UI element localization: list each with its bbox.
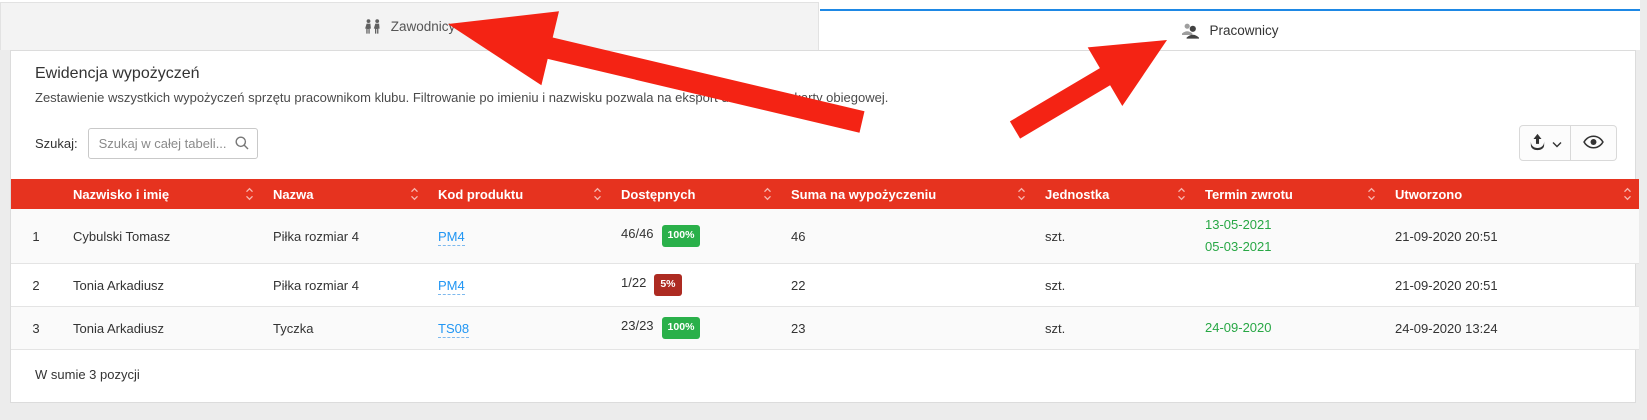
- search-label: Szukaj:: [35, 136, 78, 151]
- search-icon: [234, 135, 250, 156]
- page-subtitle: Zestawienie wszystkich wypożyczeń sprzęt…: [35, 90, 1611, 105]
- column-header-8[interactable]: Utworzono: [1383, 179, 1639, 209]
- column-header-3[interactable]: Kod produktu: [426, 179, 609, 209]
- return-date: 24-09-2020: [1205, 317, 1371, 339]
- cell-available: 1/22 5%: [609, 264, 779, 307]
- cell-person-name: Tonia Arkadiusz: [61, 264, 261, 307]
- eye-icon: [1583, 135, 1604, 152]
- sort-icon: [593, 187, 602, 202]
- tab-pracownicy-label: Pracownicy: [1209, 23, 1278, 38]
- panel-header: Ewidencja wypożyczeń Zestawienie wszystk…: [11, 51, 1635, 105]
- availability-badge: 100%: [662, 225, 701, 247]
- column-header-label: Jednostka: [1045, 187, 1109, 202]
- column-header-6[interactable]: Jednostka: [1033, 179, 1193, 209]
- table-controls: Szukaj:: [11, 125, 1635, 161]
- cell-product-name: Tyczka: [261, 307, 426, 350]
- cell-person-name: Tonia Arkadiusz: [61, 307, 261, 350]
- tab-zawodnicy-label: Zawodnicy: [391, 19, 456, 34]
- search-area: Szukaj:: [35, 128, 258, 159]
- available-count: 1/22: [621, 275, 646, 290]
- cell-unit: szt.: [1033, 307, 1193, 350]
- column-header-5[interactable]: Suma na wypożyczeniu: [779, 179, 1033, 209]
- product-code-link[interactable]: TS08: [438, 321, 469, 338]
- cell-available: 23/23 100%: [609, 307, 779, 350]
- cell-unit: szt.: [1033, 209, 1193, 264]
- cell-unit: szt.: [1033, 264, 1193, 307]
- sort-icon: [1177, 187, 1186, 202]
- column-header-1[interactable]: Nazwisko i imię: [61, 179, 261, 209]
- loans-panel: Ewidencja wypożyczeń Zestawienie wszystk…: [10, 50, 1636, 403]
- column-header-label: Nazwa: [273, 187, 313, 202]
- cell-created: 21-09-2020 20:51: [1383, 264, 1639, 307]
- column-header-label: Nazwisko i imię: [73, 187, 169, 202]
- search-box: [88, 128, 258, 159]
- sort-icon: [245, 187, 254, 202]
- availability-badge: 5%: [654, 274, 681, 296]
- visibility-button[interactable]: [1571, 125, 1617, 161]
- table-row: 1Cybulski TomaszPiłka rozmiar 4 PM4 46/46 1…: [11, 209, 1639, 264]
- column-header-label: Utworzono: [1395, 187, 1462, 202]
- search-input[interactable]: [88, 128, 258, 159]
- column-header-2[interactable]: Nazwa: [261, 179, 426, 209]
- available-count: 46/46: [621, 226, 654, 241]
- cell-loan-sum: 22: [779, 264, 1033, 307]
- tab-pracownicy[interactable]: Pracownicy: [820, 9, 1640, 50]
- export-icon: [1528, 133, 1547, 154]
- table-summary: W sumie 3 pozycji: [35, 367, 1635, 382]
- loans-table: Nazwisko i imię Nazwa Kod produktu Dostępny…: [11, 179, 1639, 350]
- column-header-index: [11, 179, 61, 209]
- column-header-label: Termin zwrotu: [1205, 187, 1293, 202]
- cell-created: 24-09-2020 13:24: [1383, 307, 1639, 350]
- cell-product-name: Piłka rozmiar 4: [261, 264, 426, 307]
- export-button[interactable]: [1519, 125, 1571, 161]
- availability-badge: 100%: [662, 317, 701, 339]
- cell-product-name: Piłka rozmiar 4: [261, 209, 426, 264]
- cell-product-code: TS08: [426, 307, 609, 350]
- cell-row-index: 1: [11, 209, 61, 264]
- table-header-row: Nazwisko i imię Nazwa Kod produktu Dostępny…: [11, 179, 1639, 209]
- two-people-icon: [364, 19, 382, 35]
- table-row: 3Tonia ArkadiuszTyczka TS08 23/23 100% 23szt…: [11, 307, 1639, 350]
- cell-created: 21-09-2020 20:51: [1383, 209, 1639, 264]
- cell-return-date: [1193, 264, 1383, 307]
- sort-icon: [1623, 187, 1632, 202]
- cell-product-code: PM4: [426, 209, 609, 264]
- product-code-link[interactable]: PM4: [438, 229, 465, 246]
- cell-loan-sum: 46: [779, 209, 1033, 264]
- column-header-label: Suma na wypożyczeniu: [791, 187, 936, 202]
- cell-return-date: 24-09-2020: [1193, 307, 1383, 350]
- cell-available: 46/46 100%: [609, 209, 779, 264]
- toolbar-button-group: [1519, 125, 1617, 161]
- cell-loan-sum: 23: [779, 307, 1033, 350]
- cell-person-name: Cybulski Tomasz: [61, 209, 261, 264]
- sort-icon: [410, 187, 419, 202]
- person-icon: [1181, 23, 1200, 39]
- tab-bar: Zawodnicy Pracownicy: [0, 0, 1640, 50]
- column-header-7[interactable]: Termin zwrotu: [1193, 179, 1383, 209]
- page: Zawodnicy Pracownicy Ewidencja wy: [0, 0, 1647, 420]
- chevron-down-icon: [1552, 136, 1562, 151]
- cell-product-code: PM4: [426, 264, 609, 307]
- cell-row-index: 2: [11, 264, 61, 307]
- column-header-label: Dostępnych: [621, 187, 695, 202]
- sort-icon: [1367, 187, 1376, 202]
- column-header-4[interactable]: Dostępnych: [609, 179, 779, 209]
- page-title: Ewidencja wypożyczeń: [35, 65, 1611, 83]
- sort-icon: [763, 187, 772, 202]
- product-code-link[interactable]: PM4: [438, 278, 465, 295]
- available-count: 23/23: [621, 318, 654, 333]
- cell-row-index: 3: [11, 307, 61, 350]
- column-header-label: Kod produktu: [438, 187, 523, 202]
- sort-icon: [1017, 187, 1026, 202]
- table-row: 2Tonia ArkadiuszPiłka rozmiar 4 PM4 1/22 5%…: [11, 264, 1639, 307]
- cell-return-date: 13-05-202105-03-2021: [1193, 209, 1383, 264]
- tab-zawodnicy[interactable]: Zawodnicy: [0, 2, 819, 50]
- return-date: 13-05-2021: [1205, 214, 1371, 236]
- return-date: 05-03-2021: [1205, 236, 1371, 258]
